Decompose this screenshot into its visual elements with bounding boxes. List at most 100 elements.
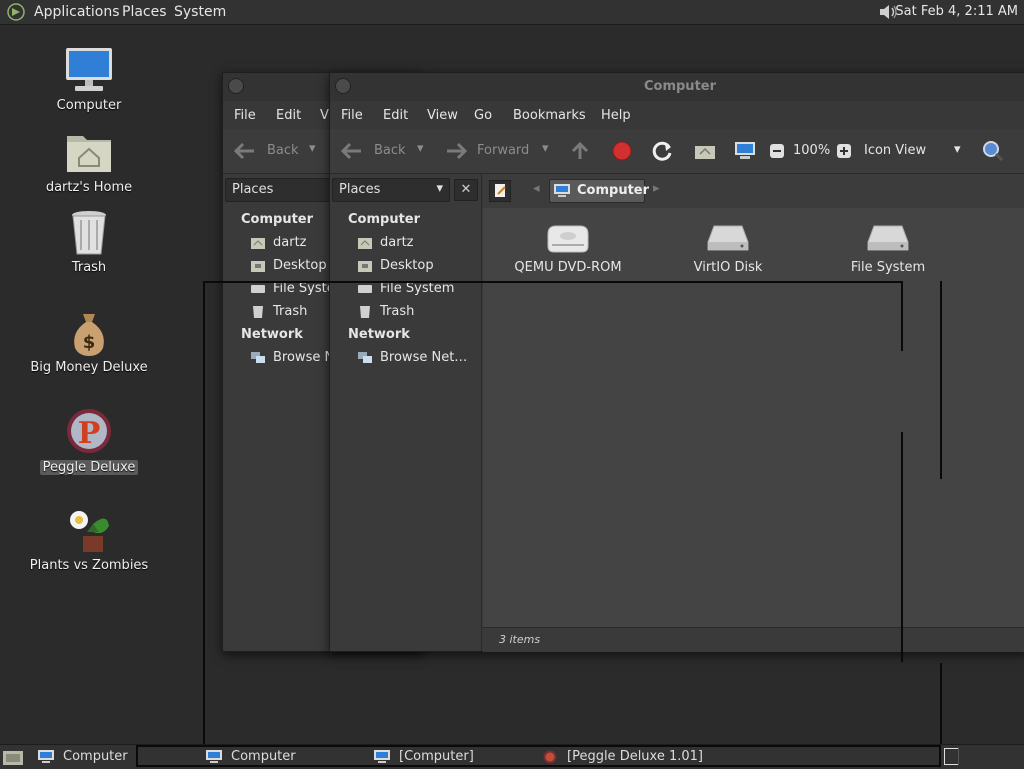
menu-file[interactable]: File bbox=[341, 108, 363, 123]
file-name: File System bbox=[850, 260, 926, 275]
desktop-icon-home[interactable]: dartz's Home bbox=[19, 128, 159, 195]
back-arrow-icon[interactable] bbox=[233, 141, 257, 161]
back-button[interactable]: Back bbox=[267, 143, 299, 158]
view-mode-select[interactable]: Icon View bbox=[864, 143, 926, 158]
desktop-icon-trash[interactable]: Trash bbox=[19, 208, 159, 275]
zoom-out-icon[interactable] bbox=[770, 144, 784, 158]
taskbar-item[interactable]: Computer bbox=[206, 746, 366, 767]
computer-icon bbox=[38, 750, 54, 764]
artifact-line bbox=[901, 281, 903, 351]
places-menu[interactable]: Places bbox=[122, 4, 167, 20]
file-item[interactable]: File System bbox=[813, 222, 963, 275]
close-sidebar-icon[interactable]: ✕ bbox=[454, 179, 478, 201]
taskbar-item[interactable]: Computer bbox=[38, 746, 134, 767]
artifact-line bbox=[203, 281, 903, 283]
desktop-icon-big-money[interactable]: $ Big Money Deluxe bbox=[19, 308, 159, 375]
clock[interactable]: Sat Feb 4, 2:11 AM bbox=[895, 4, 1018, 19]
system-menu[interactable]: System bbox=[174, 4, 226, 20]
home-icon[interactable] bbox=[694, 142, 716, 160]
computer-icon bbox=[63, 46, 115, 96]
menu-bookmarks[interactable]: Bookmarks bbox=[513, 108, 586, 123]
trash-icon bbox=[358, 305, 372, 318]
sidebar-item-trash[interactable]: Trash bbox=[251, 304, 331, 322]
forward-arrow-icon[interactable] bbox=[444, 141, 468, 161]
menu-file[interactable]: File bbox=[234, 108, 256, 123]
hard-drive-icon bbox=[866, 222, 910, 254]
sidebar-item-desktop[interactable]: Desktop bbox=[251, 258, 331, 276]
artifact-line bbox=[940, 281, 942, 479]
file-view[interactable]: QEMU DVD-ROM VirtIO Disk File System bbox=[483, 208, 1024, 627]
edit-location-icon[interactable] bbox=[489, 180, 511, 202]
reload-icon[interactable] bbox=[652, 140, 674, 162]
stop-icon[interactable] bbox=[612, 141, 632, 161]
computer-icon[interactable] bbox=[734, 141, 756, 161]
workspace-switcher[interactable] bbox=[944, 748, 959, 765]
combo-dropdown-icon: ▾ bbox=[436, 181, 443, 196]
sidebar-heading-computer: Computer bbox=[241, 212, 314, 227]
forward-dropdown-icon[interactable]: ▾ bbox=[542, 141, 549, 156]
desktop-folder-icon bbox=[251, 259, 265, 272]
back-dropdown-icon[interactable]: ▾ bbox=[417, 141, 424, 156]
window-menu-button[interactable] bbox=[228, 78, 244, 94]
view-mode-dropdown-icon[interactable]: ▾ bbox=[954, 142, 961, 157]
artifact-line bbox=[203, 281, 205, 744]
sidebar-heading-computer: Computer bbox=[348, 212, 421, 227]
money-bag-icon: $ bbox=[63, 308, 115, 358]
places-combo-label: Places bbox=[232, 182, 274, 197]
zoom-in-icon[interactable] bbox=[837, 144, 851, 158]
artifact-line bbox=[940, 663, 942, 744]
file-name: QEMU DVD-ROM bbox=[514, 260, 622, 275]
file-name: VirtIO Disk bbox=[693, 260, 763, 275]
menu-help[interactable]: Help bbox=[601, 108, 631, 123]
menu-edit[interactable]: Edit bbox=[383, 108, 408, 123]
taskbar-item-label: Computer bbox=[63, 749, 128, 764]
sidebar-item-home[interactable]: dartz bbox=[358, 235, 473, 253]
path-button-computer[interactable]: Computer bbox=[549, 179, 649, 203]
back-button[interactable]: Back bbox=[374, 143, 406, 158]
sidebar-item-filesystem[interactable]: File Syste bbox=[251, 281, 331, 299]
desktop-icon-label: Plants vs Zombies bbox=[29, 558, 149, 573]
sidebar-item-home[interactable]: dartz bbox=[251, 235, 331, 253]
plants-vs-zombies-icon bbox=[63, 506, 115, 556]
places-combo-label: Places bbox=[339, 182, 381, 197]
desktop-icon-computer[interactable]: Computer bbox=[19, 46, 159, 113]
sidebar-item-filesystem[interactable]: File System bbox=[358, 281, 473, 299]
menu-edit[interactable]: Edit bbox=[276, 108, 301, 123]
menu-go[interactable]: Go bbox=[474, 108, 492, 123]
path-right-arrow-icon[interactable]: ▸ bbox=[653, 181, 660, 196]
distro-logo-icon[interactable] bbox=[6, 3, 26, 21]
show-desktop-icon[interactable] bbox=[3, 748, 23, 765]
sidebar-item-label: Desktop bbox=[273, 258, 327, 273]
item-count: 3 items bbox=[499, 633, 541, 646]
sidebar-item-browse-network[interactable]: Browse N bbox=[251, 350, 331, 368]
sidebar-item-desktop[interactable]: Desktop bbox=[358, 258, 473, 276]
network-icon bbox=[358, 351, 372, 364]
status-bar: 3 items bbox=[483, 627, 1024, 652]
desktop-icon-label: Big Money Deluxe bbox=[30, 360, 148, 375]
back-arrow-icon[interactable] bbox=[340, 141, 364, 161]
places-combo[interactable]: Places ▾ bbox=[332, 178, 450, 202]
desktop-icon-pvz[interactable]: Plants vs Zombies bbox=[19, 506, 159, 573]
forward-button[interactable]: Forward bbox=[477, 143, 529, 158]
search-icon[interactable] bbox=[982, 140, 1004, 162]
file-item[interactable]: QEMU DVD-ROM bbox=[493, 222, 643, 275]
file-browser-window[interactable]: Computer File Edit View Go Bookmarks Hel… bbox=[329, 72, 1024, 652]
taskbar-item[interactable]: [Peggle Deluxe 1.01] bbox=[542, 746, 742, 767]
sidebar-item-label: dartz bbox=[380, 235, 414, 250]
path-left-arrow-icon[interactable]: ◂ bbox=[533, 181, 540, 196]
back-dropdown-icon[interactable]: ▾ bbox=[309, 141, 316, 156]
sidebar-item-trash[interactable]: Trash bbox=[358, 304, 473, 322]
desktop-icon-peggle[interactable]: P Peggle Deluxe bbox=[19, 408, 159, 475]
up-arrow-icon[interactable] bbox=[570, 141, 590, 161]
file-item[interactable]: VirtIO Disk bbox=[653, 222, 803, 275]
menu-view[interactable]: View bbox=[427, 108, 458, 123]
peggle-icon: P bbox=[63, 408, 115, 458]
trash-icon bbox=[63, 208, 115, 258]
places-combo[interactable]: Places bbox=[225, 178, 331, 202]
sidebar-item-browse-network[interactable]: Browse Net… bbox=[358, 350, 473, 368]
menu-bar: File Edit View Go Bookmarks Help bbox=[330, 101, 1024, 129]
taskbar-item[interactable]: [Computer] bbox=[374, 746, 534, 767]
sidebar-item-label: Trash bbox=[273, 304, 308, 319]
window-titlebar[interactable]: Computer bbox=[330, 73, 1024, 101]
applications-menu[interactable]: Applications bbox=[34, 4, 120, 20]
